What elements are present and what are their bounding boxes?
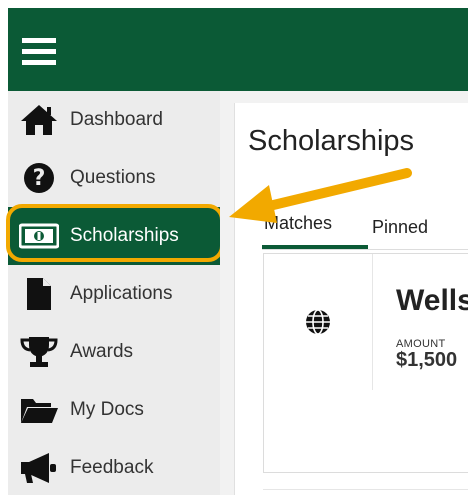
top-bar bbox=[8, 8, 468, 91]
sidebar-item-label: My Docs bbox=[70, 399, 144, 420]
document-icon bbox=[8, 276, 70, 312]
main-overlay: Scholarships Matches Pinned Wells AMOUNT… bbox=[220, 91, 468, 495]
question-icon: ? bbox=[8, 162, 70, 194]
home-icon bbox=[8, 103, 70, 137]
sidebar-item-questions[interactable]: ? Questions bbox=[8, 149, 220, 207]
card-title: Wells bbox=[396, 284, 468, 317]
scholarship-card[interactable]: Wells AMOUNT $1,500 bbox=[263, 253, 468, 473]
sidebar-item-label: Feedback bbox=[70, 457, 154, 478]
hamburger-menu-icon[interactable] bbox=[22, 38, 56, 66]
tabs-divider bbox=[262, 249, 468, 250]
sidebar-item-awards[interactable]: Awards bbox=[8, 323, 220, 381]
folder-icon bbox=[8, 395, 70, 425]
sidebar-item-label: Awards bbox=[70, 341, 134, 362]
sidebar-item-scholarships[interactable]: Scholarships bbox=[8, 207, 220, 265]
card-icon-area bbox=[264, 254, 373, 390]
tab-pinned[interactable]: Pinned bbox=[372, 217, 428, 238]
sidebar-item-dashboard[interactable]: Dashboard bbox=[8, 91, 220, 149]
sidebar-item-applications[interactable]: Applications bbox=[8, 265, 220, 323]
sidebar-item-my-docs[interactable]: My Docs bbox=[8, 381, 220, 439]
sidebar: Dashboard ? Questions Scholarships Appli… bbox=[8, 91, 220, 495]
sidebar-item-label: Applications bbox=[70, 283, 173, 304]
amount-value: $1,500 bbox=[396, 349, 458, 371]
megaphone-icon bbox=[8, 451, 70, 485]
sidebar-item-label: Dashboard bbox=[70, 109, 163, 130]
card-divider bbox=[263, 489, 468, 490]
money-icon bbox=[8, 223, 70, 249]
globe-icon bbox=[306, 309, 330, 335]
trophy-icon bbox=[8, 335, 70, 369]
sidebar-item-feedback[interactable]: Feedback bbox=[8, 439, 220, 497]
svg-text:?: ? bbox=[33, 166, 46, 191]
tab-matches[interactable]: Matches bbox=[264, 213, 332, 234]
sidebar-item-label: Scholarships bbox=[70, 225, 179, 246]
page-title: Scholarships bbox=[248, 125, 415, 157]
sidebar-item-label: Questions bbox=[70, 167, 156, 188]
